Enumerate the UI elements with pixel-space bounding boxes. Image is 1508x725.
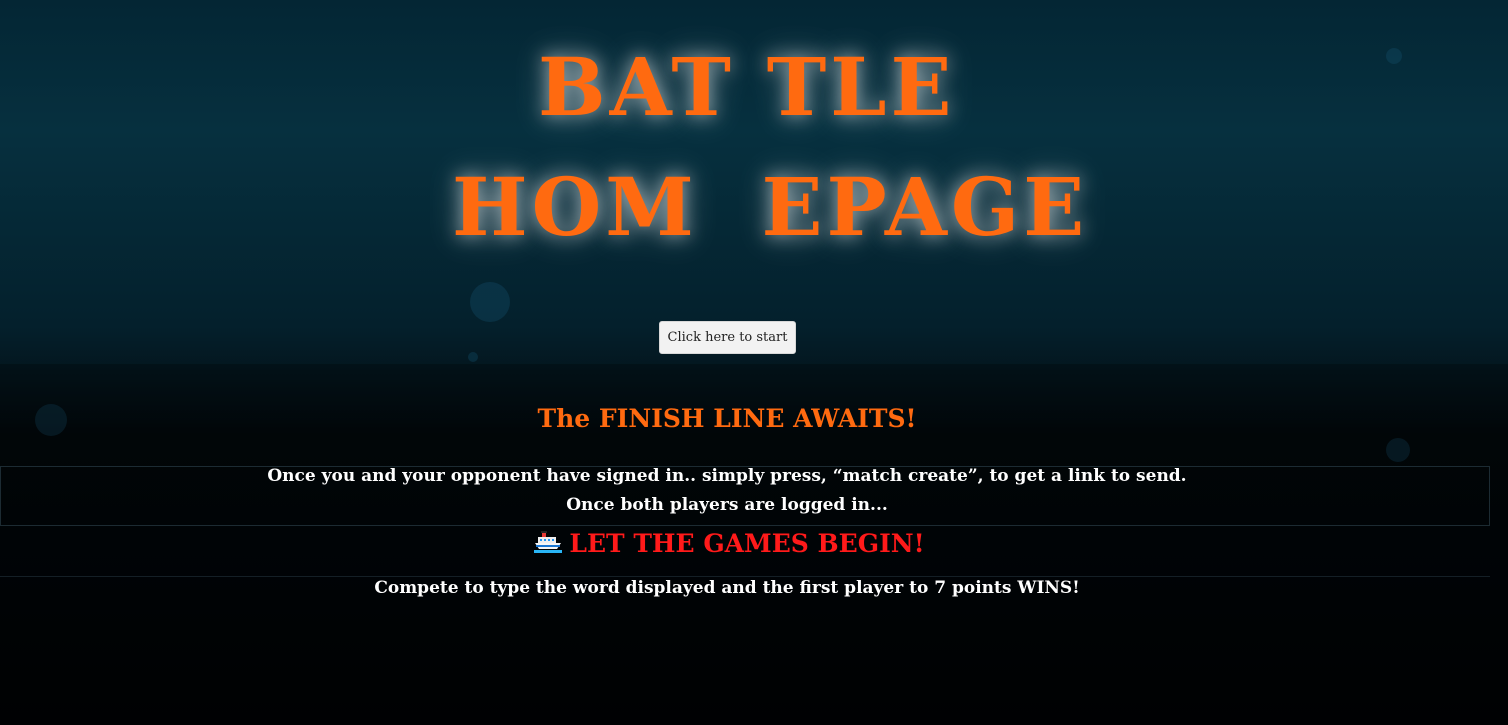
finish-line-heading: The FINISH LINE AWAITS! (537, 404, 917, 433)
instruction-line-2: Once both players are logged in... (566, 495, 888, 515)
games-begin-heading: LET THE GAMES BEGIN! (0, 529, 1458, 558)
background-bubble (468, 352, 478, 362)
games-begin-label: LET THE GAMES BEGIN! (569, 529, 925, 558)
ship-icon (533, 529, 563, 555)
start-button[interactable]: Click here to start (659, 321, 796, 354)
page-title-line-1: BAT TLE (538, 40, 956, 134)
rules-line: Compete to type the word displayed and t… (374, 578, 1080, 598)
background-bubble (1386, 48, 1402, 64)
instruction-line-1: Once you and your opponent have signed i… (267, 466, 1187, 486)
background-bubble (470, 282, 510, 322)
page-title-line-2: HOM EPAGE (452, 160, 1089, 254)
